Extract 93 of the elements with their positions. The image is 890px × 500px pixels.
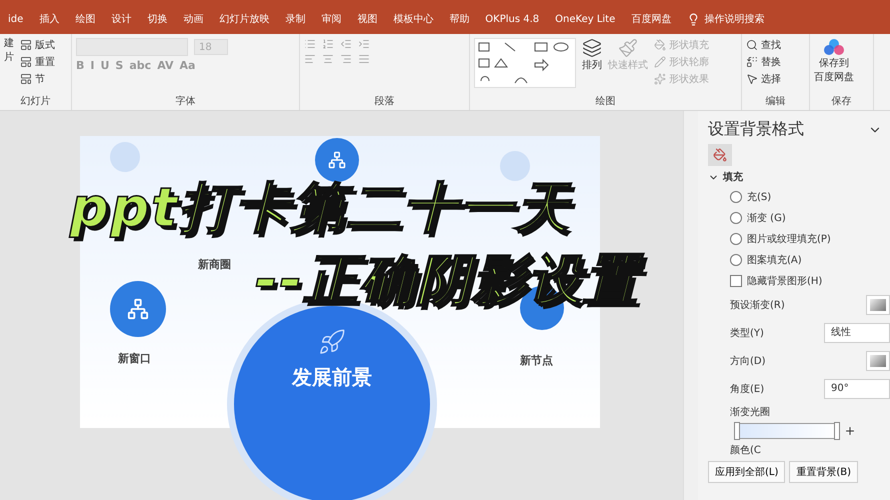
group-label: 段落: [374, 94, 394, 108]
pointer-icon: [746, 73, 758, 85]
ribbon-tab[interactable]: 绘图: [67, 12, 104, 26]
option-label: 图案填充(A): [747, 254, 802, 266]
lightbulb-icon: [687, 12, 700, 26]
network-icon: [328, 151, 346, 169]
gradient-picker[interactable]: [866, 295, 890, 315]
ribbon-tab[interactable]: 视图: [349, 12, 386, 26]
ribbon-tab[interactable]: 百度网盘: [623, 12, 680, 26]
ribbon-tab[interactable]: 切换: [139, 12, 176, 26]
ribbon-tab[interactable]: 模板中心: [385, 12, 442, 26]
edit-button[interactable]: 查找: [746, 38, 781, 52]
gradient-picker[interactable]: [866, 351, 890, 371]
decorative-circle: [110, 142, 140, 172]
pane-title: 设置背景格式: [708, 119, 804, 140]
angle-field[interactable]: 90°: [824, 379, 890, 399]
gradient-stop-handle[interactable]: [834, 422, 840, 440]
slide-option-button[interactable]: 节: [20, 72, 55, 86]
edit-button[interactable]: 替换: [746, 55, 781, 69]
cloud-logo-icon: [823, 38, 845, 56]
field-label: 预设渐变(R): [730, 298, 785, 312]
radio-button[interactable]: [730, 190, 742, 202]
checkbox[interactable]: [730, 274, 742, 286]
scrollbar[interactable]: [683, 111, 698, 500]
add-stop-icon[interactable]: [844, 425, 856, 437]
field-label: 类型(Y): [730, 326, 764, 340]
option-label: 隐藏背景图形(H): [747, 274, 822, 288]
pencil-icon: [654, 56, 666, 68]
edit-button[interactable]: 选择: [746, 72, 781, 86]
radio-button[interactable]: [730, 212, 742, 224]
group-label: 字体: [176, 94, 196, 108]
layers-icon: [582, 38, 602, 58]
group-label: 绘图: [596, 95, 616, 108]
paint-bucket-icon: [713, 148, 727, 162]
sparkle-icon: [654, 73, 666, 85]
indent-increase-icon[interactable]: [358, 38, 370, 50]
ribbon-tab[interactable]: 插入: [31, 12, 68, 26]
save-to-cloud-button[interactable]: 保存到 百度网盘: [814, 38, 854, 83]
align-center-icon[interactable]: [322, 53, 334, 65]
option-label: 渐变 (G): [747, 212, 786, 224]
layout-icon: [20, 56, 32, 68]
justify-icon[interactable]: [358, 53, 370, 65]
node-label: 新商圈: [198, 257, 231, 272]
shapes-gallery-drawing[interactable]: [474, 38, 576, 88]
search-icon: [746, 39, 758, 51]
group-label: 幻灯片: [20, 94, 50, 108]
ribbon-tab[interactable]: 帮助: [441, 12, 478, 26]
ribbon-tab[interactable]: 设计: [103, 12, 140, 26]
pane-button[interactable]: 重置背景(B): [789, 461, 858, 483]
network-icon: [127, 298, 149, 320]
node-label: 新窗口: [118, 351, 151, 366]
indent-decrease-icon[interactable]: [340, 38, 352, 50]
replace-icon: [746, 56, 758, 68]
fill-tab[interactable]: [708, 144, 732, 166]
search-field[interactable]: 操作说明搜索: [687, 12, 764, 26]
layout-icon: [20, 39, 32, 51]
group-label: 编辑: [766, 94, 786, 108]
ribbon-tab[interactable]: OKPlus 4.8: [477, 14, 548, 24]
rocket-icon: [318, 328, 346, 356]
node-label: 新节点: [520, 353, 553, 368]
field-label: 方向(D): [730, 354, 766, 368]
slide-option-button[interactable]: 重置: [20, 55, 55, 69]
ribbon-tab[interactable]: 动画: [175, 12, 212, 26]
align-right-icon[interactable]: [340, 53, 352, 65]
decorative-circle: [500, 151, 530, 181]
overlay-title: ppt打卡第二十一天: [70, 181, 572, 235]
option-label: 充(S): [747, 190, 772, 204]
field-label: 角度(E): [730, 382, 764, 396]
ribbon-tab[interactable]: 录制: [277, 12, 314, 26]
paintbrush-icon: [618, 38, 638, 58]
paint-bucket-icon: [654, 39, 666, 51]
new-slide-button[interactable]: 建 片: [4, 38, 14, 63]
ribbon-tab[interactable]: 审阅: [313, 12, 350, 26]
gradient-stop-handle[interactable]: [734, 422, 740, 440]
ribbon-tab[interactable]: OneKey Lite: [547, 14, 624, 24]
radio-button[interactable]: [730, 254, 742, 266]
center-label: 发展前景: [292, 364, 372, 391]
pane-button[interactable]: 应用到全部(L): [708, 461, 786, 483]
field-label: 颜色(C: [729, 444, 762, 457]
radio-button[interactable]: [730, 232, 742, 244]
field-label: 渐变光圈: [729, 406, 771, 419]
font-name-field[interactable]: [76, 38, 188, 56]
numbered-list-icon[interactable]: [322, 38, 334, 50]
group-label: 保存: [832, 95, 852, 108]
arrange-button[interactable]: 排列: [582, 38, 602, 72]
ribbon-tab[interactable]: ide: [0, 14, 32, 24]
option-label: 图片或纹理填充(P): [747, 232, 831, 246]
section-header[interactable]: 填充: [723, 170, 743, 184]
slide-option-button[interactable]: 版式: [20, 38, 55, 52]
align-left-icon[interactable]: [304, 53, 316, 65]
layout-icon: [20, 73, 32, 85]
ribbon-tab[interactable]: 幻灯片放映: [211, 12, 278, 26]
type-select[interactable]: 线性: [824, 323, 890, 343]
